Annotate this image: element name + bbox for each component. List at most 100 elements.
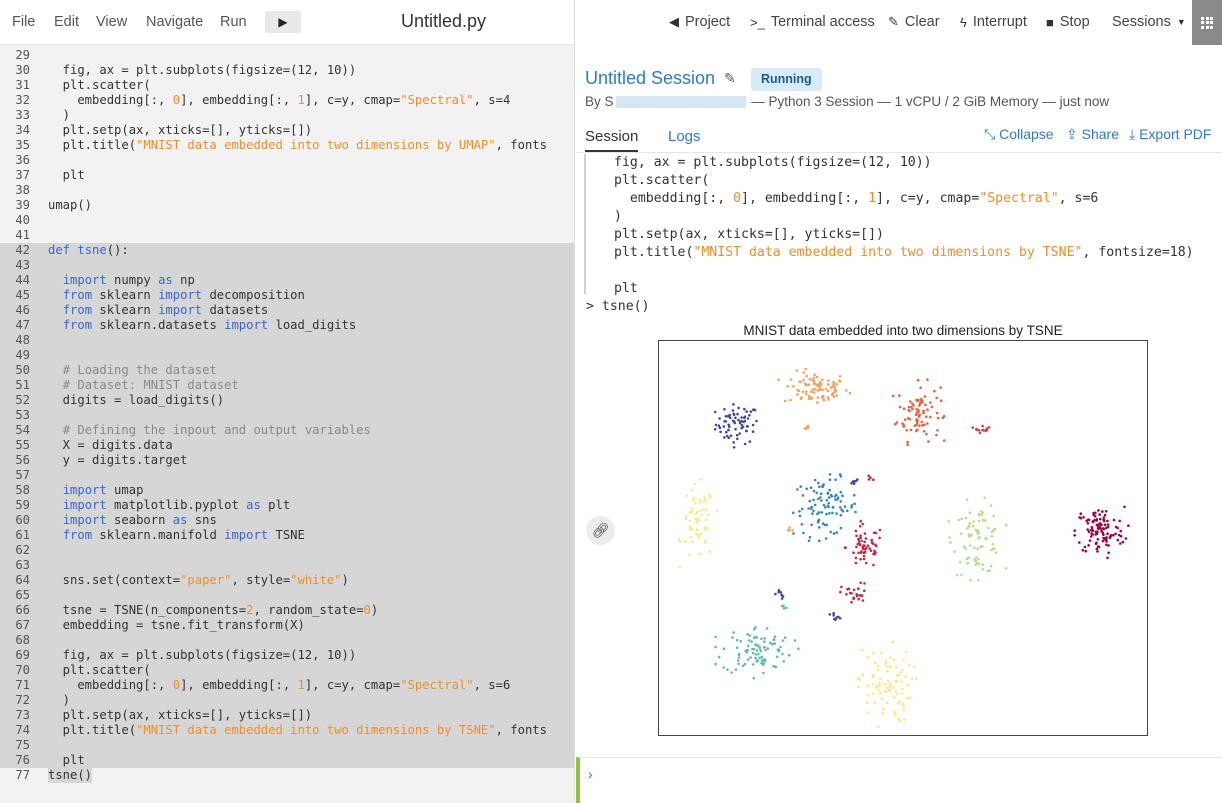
code-line[interactable]: 52 digits = load_digits() [0,393,574,408]
code-line[interactable]: 61 from sklearn.manifold import TSNE [0,528,574,543]
arrow-left-icon: ◀ [669,14,679,29]
tab-session[interactable]: Session [585,128,638,145]
code-line[interactable]: 29 [0,48,574,63]
scatter-point [850,600,853,604]
code-line[interactable]: 35 plt.title("MNIST data embedded into t… [0,138,574,153]
code-line[interactable]: 73 plt.setp(ax, xticks=[], yticks=[]) [0,708,574,723]
code-line[interactable]: 41 [0,228,574,243]
scatter-point [1112,533,1115,537]
code-line[interactable]: 45 from sklearn import decomposition [0,288,574,303]
scatter-point [809,486,813,489]
code-line[interactable]: 64 sns.set(context="paper", style="white… [0,573,574,588]
code-line[interactable]: 47 from sklearn.datasets import load_dig… [0,318,574,333]
code-line[interactable]: 65 [0,588,574,603]
code-line[interactable]: 67 embedding = tsne.fit_transform(X) [0,618,574,633]
code-line[interactable]: 57 [0,468,574,483]
code-line[interactable]: 42 def tsne(): [0,243,574,258]
export-pdf-button[interactable]: ⤓ Export PDF [1129,126,1211,143]
code-line[interactable]: 51 # Dataset: MNIST dataset [0,378,574,393]
edit-icon[interactable]: ✎ [724,70,736,87]
scatter-point [745,410,748,413]
code-line[interactable]: 68 [0,633,574,648]
stop-button[interactable]: ■ Stop [1046,14,1090,30]
session-title[interactable]: Untitled Session [585,68,715,89]
code-line[interactable]: 37 plt [0,168,574,183]
code-token: plt.title( [48,723,137,737]
scatter-point [859,534,862,537]
scatter-point [732,441,735,444]
scatter-point [862,557,866,561]
scatter-point [813,503,817,507]
code-line[interactable]: 72 ) [0,693,574,708]
scatter-point [845,593,848,596]
scatter-point [678,565,682,569]
code-line[interactable]: 62 [0,543,574,558]
output-code-line: plt [614,280,638,298]
file-title[interactable]: Untitled.py [401,11,486,32]
line-number: 52 [15,393,30,407]
code-line[interactable]: 71 embedding[:, 0], embedding[:, 1], c=y… [0,678,574,693]
code-line[interactable]: 50 # Loading the dataset [0,363,574,378]
scatter-point [901,702,904,705]
code-line[interactable]: 54 # Defining the inpout and output vari… [0,423,574,438]
menu-run[interactable]: Run [220,14,247,30]
clear-button[interactable]: ✎ Clear [888,14,940,30]
link-button[interactable]: 🔗︎ [586,516,615,545]
line-number: 44 [15,273,30,287]
code-line[interactable]: 46 from sklearn import datasets [0,303,574,318]
scatter-point [1101,539,1105,543]
scatter-point [1104,510,1108,513]
menu-edit[interactable]: Edit [54,14,79,30]
code-line[interactable]: 44 import numpy as np [0,273,574,288]
code-line[interactable]: 59 import matplotlib.pyplot as plt [0,498,574,513]
code-line[interactable]: 58 import umap [0,483,574,498]
code-line[interactable]: 66 tsne = TSNE(n_components=2, random_st… [0,603,574,618]
code-token: "Spectral" [400,93,474,107]
console-input[interactable]: › [576,757,1222,803]
code-line[interactable]: 39 umap() [0,198,574,213]
code-line[interactable]: 31 plt.scatter( [0,78,574,93]
sessions-dropdown[interactable]: Sessions ▼ [1112,14,1186,30]
code-token: datasets [202,303,269,317]
menu-file[interactable]: File [12,14,35,30]
code-line[interactable]: 55 X = digits.data [0,438,574,453]
code-line[interactable]: 69 fig, ax = plt.subplots(figsize=(12, 1… [0,648,574,663]
code-line[interactable]: 53 [0,408,574,423]
scatter-point [892,696,896,699]
code-line[interactable]: 48 [0,333,574,348]
scatter-point [992,514,995,518]
scatter-point [1086,528,1089,531]
scatter-point [737,656,741,659]
code-line[interactable]: 77 tsne() [0,768,574,783]
code-line[interactable]: 30 fig, ax = plt.subplots(figsize=(12, 1… [0,63,574,78]
scatter-point [738,432,741,435]
code-line[interactable]: 74 plt.title("MNIST data embedded into t… [0,723,574,738]
collapse-button[interactable]: ⤡ Collapse [984,126,1054,143]
code-line[interactable]: 38 [0,183,574,198]
code-line[interactable]: 36 [0,153,574,168]
terminal-access-button[interactable]: >_ Terminal access [750,14,875,30]
menu-navigate[interactable]: Navigate [146,14,203,30]
scatter-point [975,427,978,431]
tab-logs[interactable]: Logs [668,128,701,145]
code-line[interactable]: 32 embedding[:, 0], embedding[:, 1], c=y… [0,93,574,108]
code-line[interactable]: 63 [0,558,574,573]
code-line[interactable]: 75 [0,738,574,753]
run-button[interactable]: ▶ [265,11,301,33]
code-line[interactable]: 43 [0,258,574,273]
code-line[interactable]: 33 ) [0,108,574,123]
menu-view[interactable]: View [96,14,127,30]
share-button[interactable]: ⇪ Share [1066,126,1119,143]
code-line[interactable]: 34 plt.setp(ax, xticks=[], yticks=[]) [0,123,574,138]
code-line[interactable]: 49 [0,348,574,363]
code-line[interactable]: 76 plt [0,753,574,768]
project-button[interactable]: ◀ Project [669,14,730,30]
scatter-point [828,478,832,481]
apps-grid-button[interactable] [1192,0,1222,45]
code-line[interactable]: 40 [0,213,574,228]
code-line[interactable]: 60 import seaborn as sns [0,513,574,528]
interrupt-button[interactable]: ϟ Interrupt [960,14,1027,30]
code-line[interactable]: 56 y = digits.target [0,453,574,468]
code-line[interactable]: 70 plt.scatter( [0,663,574,678]
scatter-point [804,367,807,371]
